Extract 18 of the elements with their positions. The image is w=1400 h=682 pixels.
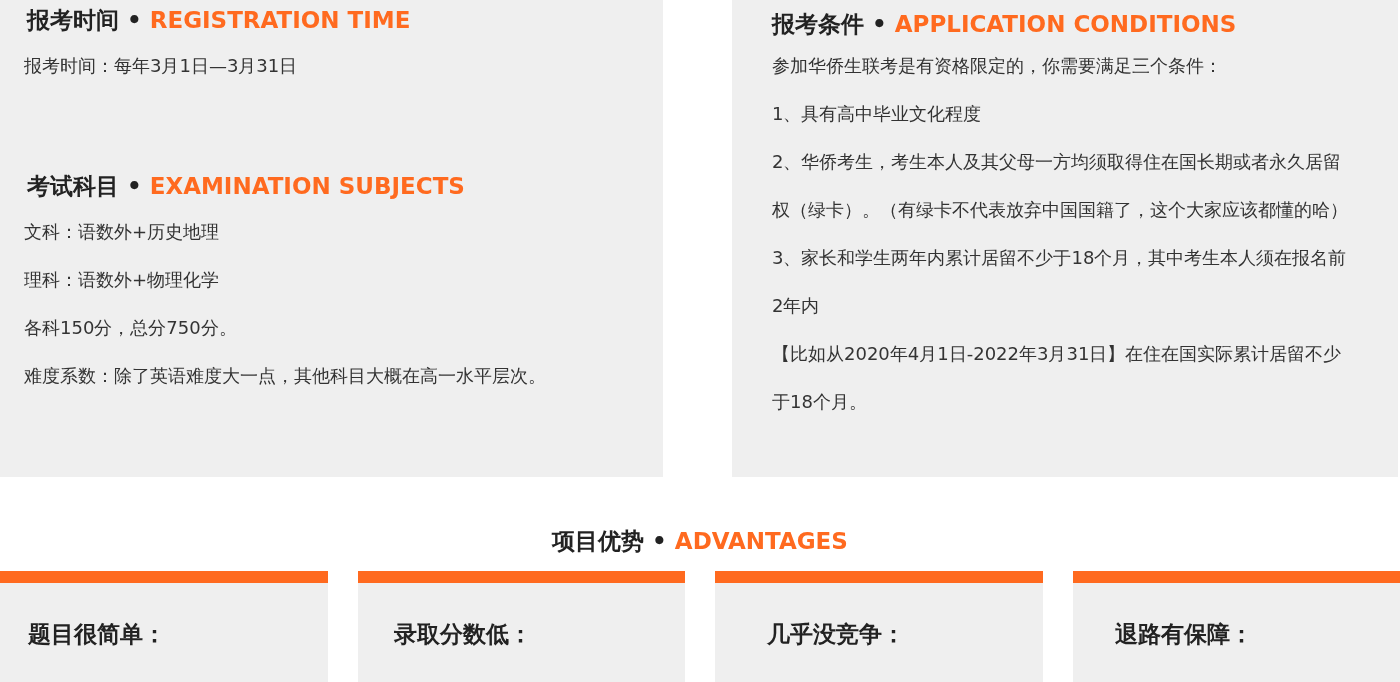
- card-title: 几乎没竞争：: [767, 621, 906, 649]
- paragraph: 文科：语数外+历史地理: [24, 220, 221, 244]
- section-heading: 项目优势 • ADVANTAGES: [550, 527, 849, 556]
- paragraph: 2、华侨考生，考生本人及其父母一方均须取得住在国长期或者永久居留权（绿卡）。（有绿卡不代表放弃中国国籍了，这个大家应该都懂的哈）: [772, 150, 1349, 222]
- paragraph: 【比如从2020年4月1日-2022年3月31日】在住在国实际累计居留不少于18个月。: [772, 342, 1343, 414]
- paragraph: 各科150分，总分750分。: [24, 316, 238, 340]
- section-heading: 考试科目 • EXAMINATION SUBJECTS: [27, 172, 466, 201]
- paragraph: 参加华侨生联考是有资格限定的，你需要满足三个条件：: [772, 54, 1223, 78]
- card-title: 退路有保障：: [1114, 621, 1254, 649]
- paragraph: 1、具有高中毕业文化程度: [772, 102, 983, 126]
- paragraph: 难度系数：除了英语难度大一点，其他科目大概在高一水平层次。: [24, 364, 547, 388]
- paragraph: 理科：语数外+物理化学: [24, 268, 221, 292]
- card-title: 题目很简单：: [28, 621, 167, 649]
- paragraph: 报考时间：每年3月1日—3月31日: [24, 54, 299, 78]
- section-heading: 报考时间 • REGISTRATION TIME: [27, 6, 412, 35]
- paragraph: 3、家长和学生两年内累计居留不少于18个月，其中考生本人须在报名前2年内: [772, 246, 1348, 318]
- card-title: 录取分数低：: [393, 621, 533, 649]
- section-heading: 报考条件 • APPLICATION CONDITIONS: [772, 10, 1238, 39]
